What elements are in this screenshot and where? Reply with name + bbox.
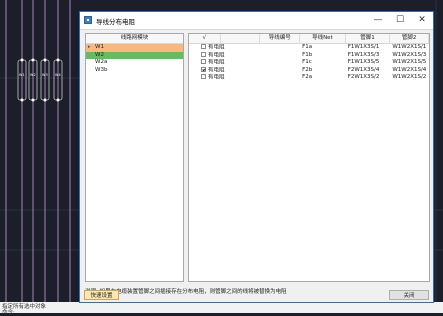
table-row[interactable]: 有电阻 F2a F2W1X3S/2 W1W2X1S/2 xyxy=(189,74,429,82)
minimize-button[interactable]: — xyxy=(367,12,389,29)
cell-pin1: F2W1X3S/4 xyxy=(347,66,380,73)
module-tree-item[interactable]: W2a xyxy=(86,59,183,67)
cell-wire-no xyxy=(260,44,300,52)
table-header: √ 导线编号 导线Net 管脚1 管脚2 xyxy=(189,34,429,44)
module-tree-item-label: W2 xyxy=(95,51,104,58)
cell-net: F1c xyxy=(302,59,312,65)
column-header-check[interactable]: √ xyxy=(189,34,221,43)
close-button[interactable]: 关闭 xyxy=(389,290,429,300)
cell-net: F2a xyxy=(302,74,313,80)
cell-resistance-label: 有电阻 xyxy=(208,52,225,58)
cell-pin2: W1W2X1S/3 xyxy=(392,51,427,58)
column-header-blank xyxy=(221,34,261,43)
module-tree-panel[interactable]: 线路网模块 ▸ W1 W2 W2a W3b xyxy=(85,33,184,282)
dialog-titlebar[interactable]: 导线分布电阻 — ☐ ✕ xyxy=(80,12,433,30)
cell-resistance-label: 有电阻 xyxy=(208,74,225,81)
cell-wire-no xyxy=(260,67,300,75)
wire-resistance-dialog: 导线分布电阻 — ☐ ✕ 线路网模块 ▸ W1 W2 W2a W3b √ 导线编号 导线… xyxy=(79,11,434,303)
row-checkbox[interactable] xyxy=(201,51,206,57)
cell-wire-no xyxy=(260,52,300,60)
module-tree-item[interactable]: ▸ W1 xyxy=(86,44,183,52)
cad-device-label: W3 xyxy=(42,73,48,77)
column-header-pin1[interactable]: 管脚1 xyxy=(346,34,391,43)
cell-pin1: F1W1X3S/1 xyxy=(347,44,380,50)
module-tree-item[interactable]: W3b xyxy=(86,67,183,75)
module-tree-item-label: W2a xyxy=(95,59,108,65)
module-tree-item-label: W1 xyxy=(95,44,104,50)
cell-resistance-label: 有电阻 xyxy=(208,44,225,51)
cell-pin1: F2W1X3S/2 xyxy=(347,74,380,80)
command-history-line: 命令: _...... xyxy=(2,310,30,316)
cell-pin2: W1W2X1S/1 xyxy=(392,44,427,50)
cell-net: F2b xyxy=(302,66,313,73)
cell-pin2: W1W2X1S/4 xyxy=(392,66,427,73)
row-checkbox[interactable] xyxy=(201,74,206,79)
table-row[interactable]: 有电阻 F1c F1W1X3S/5 W1W2X1S/5 xyxy=(189,59,429,67)
close-window-button[interactable]: ✕ xyxy=(411,12,433,29)
cell-net: F1a xyxy=(302,44,313,50)
cell-resistance-label: 有电阻 xyxy=(208,67,225,73)
column-header-wire-no[interactable]: 导线编号 xyxy=(260,34,301,43)
cell-pin1: F1W1X3S/3 xyxy=(347,51,380,58)
module-tree-item[interactable]: W2 xyxy=(86,51,183,59)
maximize-button[interactable]: ☐ xyxy=(389,12,411,29)
cell-resistance: 有电阻 xyxy=(189,59,260,67)
expand-arrow-icon[interactable]: ▸ xyxy=(88,44,91,52)
cad-device-label: W4 xyxy=(55,73,61,77)
column-header-pin2[interactable]: 管脚2 xyxy=(390,34,429,43)
quick-setup-button[interactable]: 快速设置 xyxy=(84,290,119,300)
table-row[interactable]: 有电阻 F1b F1W1X3S/3 W1W2X1S/3 xyxy=(189,51,429,60)
app-icon xyxy=(84,16,92,24)
dialog-title: 导线分布电阻 xyxy=(96,18,135,26)
cell-wire-no xyxy=(260,59,300,67)
table-row[interactable]: 有电阻 F1a F1W1X3S/1 W1W2X1S/1 xyxy=(189,44,429,52)
cell-net: F1b xyxy=(302,51,313,58)
column-header-net[interactable]: 导线Net xyxy=(300,34,346,43)
row-checkbox[interactable] xyxy=(201,44,206,49)
cell-resistance-label: 有电阻 xyxy=(208,59,225,66)
module-tree-item-label: W3b xyxy=(95,66,108,73)
wire-table-panel[interactable]: √ 导线编号 导线Net 管脚1 管脚2 有电阻 F1a F1W1X3S/1 W1W2… xyxy=(188,33,430,282)
cell-wire-no xyxy=(260,74,300,82)
cell-pin1: F1W1X3S/5 xyxy=(347,59,380,65)
row-checkbox[interactable] xyxy=(201,66,206,72)
cad-device-label: W1 xyxy=(19,73,25,77)
cell-resistance: 有电阻 xyxy=(189,44,260,52)
module-tree-header: 线路网模块 xyxy=(86,34,183,44)
table-row[interactable]: 有电阻 F2b F2W1X3S/4 W1W2X1S/4 xyxy=(189,66,429,75)
cell-pin2: W1W2X1S/5 xyxy=(392,59,427,65)
cad-device-label: W2 xyxy=(30,73,36,77)
cell-resistance: 有电阻 xyxy=(189,51,260,60)
row-checkbox[interactable] xyxy=(201,59,206,64)
cell-resistance: 有电阻 xyxy=(189,74,260,82)
command-line[interactable]: 指定所有选中对象 命令: _...... xyxy=(0,302,443,316)
cell-pin2: W1W2X1S/2 xyxy=(392,74,427,80)
cell-resistance: 有电阻 xyxy=(189,66,260,75)
